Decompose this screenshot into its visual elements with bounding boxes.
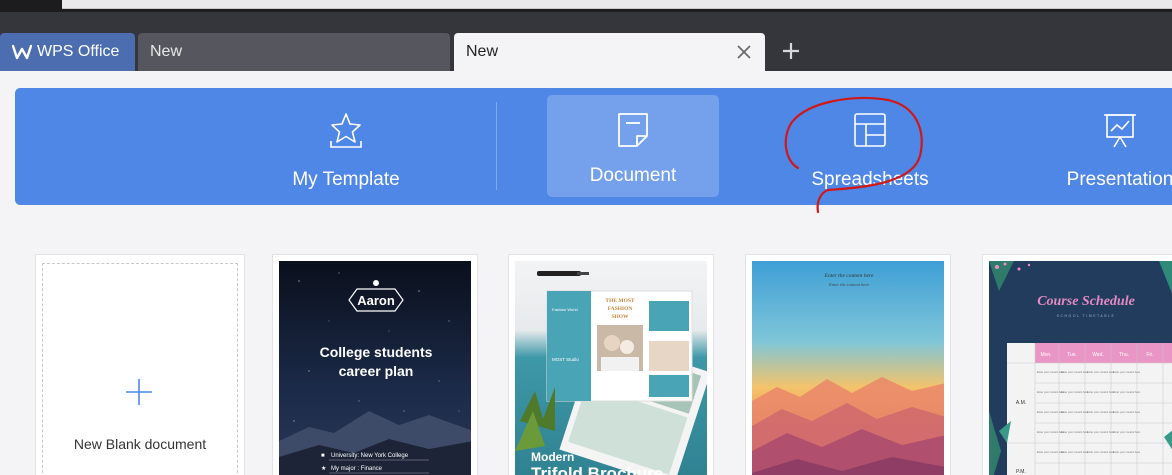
template-info-line: My major : Finance bbox=[331, 466, 383, 472]
schedule-cell-text: Enter your content here bbox=[1061, 370, 1089, 374]
presentation-icon bbox=[1104, 114, 1136, 148]
category-divider bbox=[496, 102, 497, 190]
tab-label: New bbox=[466, 43, 499, 60]
brochure-caption: Trifold Brochure bbox=[531, 464, 663, 475]
template-title-line: career plan bbox=[339, 363, 414, 379]
new-tab-plus-icon[interactable] bbox=[780, 40, 802, 62]
template-header-line: Enter the content here bbox=[828, 282, 869, 287]
tab-wps-office[interactable]: WPS Office bbox=[0, 33, 135, 71]
schedule-cell-text: Enter your content here bbox=[1087, 370, 1115, 374]
template-thumbnail: Enter the content here Enter the content… bbox=[752, 261, 944, 475]
blank-document-label: New Blank document bbox=[73, 436, 207, 452]
category-presentation[interactable]: Presentation bbox=[1045, 88, 1172, 205]
brochure-heading: FASHION bbox=[608, 306, 633, 312]
template-card-trifold-brochure[interactable]: THE MOST FASHION SHOW Fashion World MOST… bbox=[508, 254, 714, 475]
schedule-cell-text: Enter your content here bbox=[1087, 450, 1115, 454]
schedule-day: Tue. bbox=[1067, 352, 1077, 358]
schedule-day: Mon. bbox=[1040, 352, 1051, 358]
category-label: Presentation bbox=[1066, 169, 1172, 190]
svg-text:★: ★ bbox=[321, 465, 326, 472]
tab-new-active[interactable]: New bbox=[454, 33, 765, 71]
template-info-line: University: New York College bbox=[331, 453, 409, 459]
category-label: Document bbox=[589, 165, 677, 186]
schedule-cell-text: Enter your content here bbox=[1061, 410, 1089, 414]
template-card-career-plan[interactable]: Aaron College students career plan Unive… bbox=[272, 254, 478, 475]
category-label: Spreadsheets bbox=[811, 169, 929, 190]
svg-text:■: ■ bbox=[321, 453, 325, 459]
schedule-cell-text: Enter your content here bbox=[1087, 430, 1115, 434]
schedule-cell-text: Enter your content here bbox=[1113, 450, 1141, 454]
schedule-cell-text: Enter your content here bbox=[1061, 390, 1089, 394]
tab-bar: WPS Office New New bbox=[0, 12, 1172, 71]
template-card-course-schedule[interactable]: Course Schedule SCHOOL TIMETABLE Mon. Tu… bbox=[982, 254, 1172, 475]
star-icon bbox=[330, 113, 362, 148]
schedule-day: Thu. bbox=[1119, 352, 1129, 358]
tab-new-inactive[interactable]: New bbox=[138, 33, 450, 71]
schedule-cell-text: Enter your content here bbox=[1113, 390, 1141, 394]
category-document[interactable]: Document bbox=[547, 95, 719, 197]
schedule-day: Wed. bbox=[1092, 352, 1104, 358]
schedule-cell-text: Enter your content here bbox=[1061, 430, 1089, 434]
brochure-side-text: Fashion World bbox=[552, 307, 578, 312]
schedule-subtitle: SCHOOL TIMETABLE bbox=[1057, 314, 1116, 318]
category-bar: My Template Document Spreadsheets Presen… bbox=[15, 88, 1172, 205]
category-spreadsheets[interactable]: Spreadsheets bbox=[795, 88, 945, 205]
brochure-studio: MOST Studio bbox=[552, 357, 579, 362]
document-icon bbox=[618, 113, 648, 147]
template-header-line: Enter the content here bbox=[824, 273, 874, 279]
template-thumbnail: THE MOST FASHION SHOW Fashion World MOST… bbox=[515, 261, 707, 475]
window-top-strip bbox=[0, 0, 1172, 12]
spreadsheet-icon bbox=[854, 113, 886, 147]
schedule-cell-text: Enter your content here bbox=[1087, 410, 1115, 414]
schedule-cell-text: Enter your content here bbox=[1113, 370, 1141, 374]
schedule-period: P.M. bbox=[1016, 469, 1026, 475]
category-label: My Template bbox=[292, 169, 400, 190]
template-thumbnail: Aaron College students career plan Unive… bbox=[279, 261, 471, 475]
category-my-template[interactable]: My Template bbox=[271, 88, 421, 205]
address-strip bbox=[62, 0, 1172, 9]
new-blank-document-card[interactable]: New Blank document bbox=[35, 254, 245, 475]
plus-icon bbox=[126, 379, 152, 405]
schedule-cell-text: Enter your content here bbox=[1113, 410, 1141, 414]
template-title-line: College students bbox=[320, 344, 433, 360]
brochure-caption: Modern bbox=[531, 450, 574, 464]
template-name-badge: Aaron bbox=[357, 293, 395, 308]
brochure-heading: THE MOST bbox=[605, 298, 635, 304]
schedule-day: Fri. bbox=[1146, 352, 1153, 358]
schedule-cell-text: Enter your content here bbox=[1113, 430, 1141, 434]
schedule-cell-text: Enter your content here bbox=[1087, 390, 1115, 394]
tab-label: New bbox=[150, 43, 183, 60]
brochure-heading: SHOW bbox=[611, 314, 629, 320]
close-icon[interactable] bbox=[735, 43, 753, 61]
wps-logo-icon bbox=[12, 44, 32, 60]
schedule-cell-text: Enter your content here bbox=[1061, 450, 1089, 454]
schedule-period: A.M. bbox=[1016, 400, 1026, 406]
schedule-title: Course Schedule bbox=[1037, 294, 1135, 309]
template-thumbnail: Course Schedule SCHOOL TIMETABLE Mon. Tu… bbox=[989, 261, 1172, 475]
tab-label: WPS Office bbox=[37, 43, 120, 60]
template-card-sunset[interactable]: Enter the content here Enter the content… bbox=[745, 254, 951, 475]
